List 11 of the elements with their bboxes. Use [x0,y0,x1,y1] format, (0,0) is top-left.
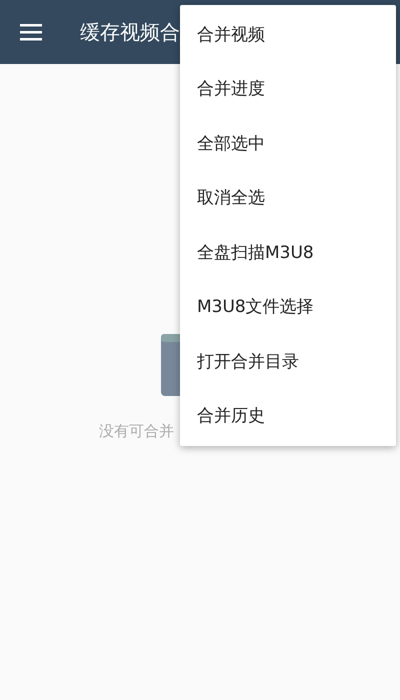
menu-item[interactable]: 合并历史 [180,388,396,443]
app-title: 缓存视频合 [80,18,180,46]
menu-item[interactable]: 合并进度 [180,62,396,116]
menu-item[interactable]: 取消全选 [180,170,396,225]
empty-message: 没有可合并 [99,422,174,441]
menu-item[interactable]: 全部选中 [180,116,396,170]
menu-item[interactable]: 打开合并目录 [180,334,396,388]
menu-item[interactable]: 全盘扫描M3U8 [180,225,396,280]
menu-item[interactable]: 合并视频 [180,7,396,62]
menu-item[interactable]: M3U8文件选择 [180,280,396,334]
menu-icon[interactable] [20,23,42,41]
